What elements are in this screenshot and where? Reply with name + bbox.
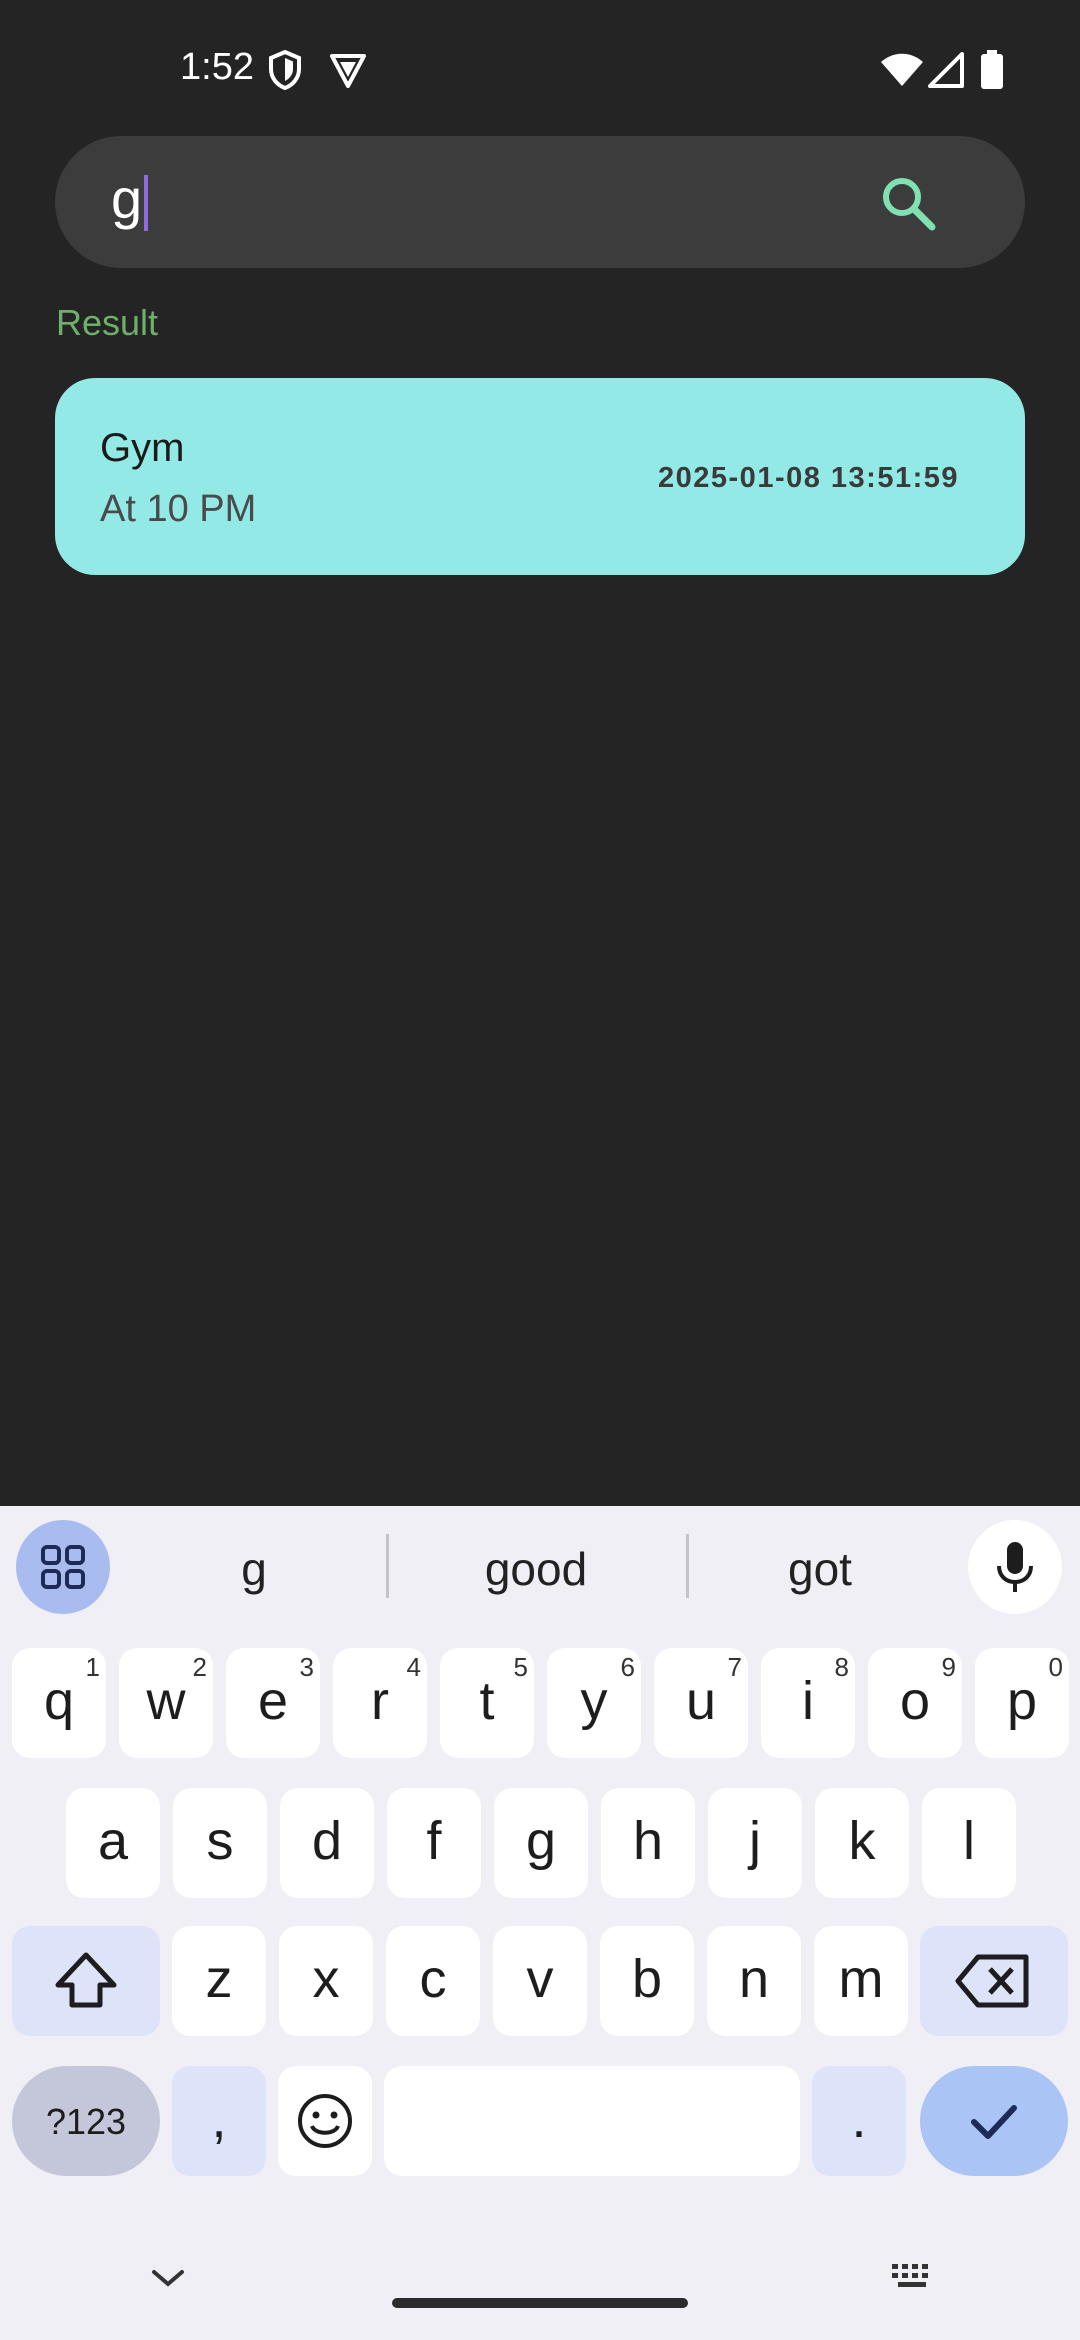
- key-label: p: [1006, 1671, 1038, 1731]
- result-title: Gym: [100, 426, 185, 470]
- key-d[interactable]: d: [280, 1788, 374, 1898]
- key-label: w: [146, 1671, 186, 1731]
- microphone-icon[interactable]: [968, 1520, 1062, 1614]
- key-hint: 2: [192, 1652, 207, 1682]
- grid-icon[interactable]: [16, 1520, 110, 1614]
- key-label: h: [632, 1811, 664, 1871]
- key-label: r: [371, 1671, 389, 1731]
- key-label: d: [311, 1811, 343, 1871]
- key-label: o: [899, 1671, 931, 1731]
- key-label: a: [97, 1811, 129, 1871]
- key-label: l: [963, 1811, 975, 1871]
- key-label: v: [526, 1949, 554, 2009]
- key-r[interactable]: r4: [333, 1648, 427, 1758]
- key-hint: 9: [941, 1652, 956, 1682]
- battery-icon: [980, 50, 1004, 95]
- home-indicator[interactable]: [392, 2298, 688, 2308]
- key-f[interactable]: f: [387, 1788, 481, 1898]
- key-label: e: [257, 1671, 289, 1731]
- key-t[interactable]: t5: [440, 1648, 534, 1758]
- key-label: f: [426, 1811, 442, 1871]
- key-h[interactable]: h: [601, 1788, 695, 1898]
- shield-icon: [268, 49, 302, 95]
- key-k[interactable]: k: [815, 1788, 909, 1898]
- key-j[interactable]: j: [708, 1788, 802, 1898]
- key-label: q: [43, 1671, 75, 1731]
- key-hint: 6: [620, 1652, 635, 1682]
- symbols-key[interactable]: ?123: [12, 2066, 160, 2176]
- search-input-value: g: [111, 167, 143, 230]
- status-bar: 1:52: [0, 0, 1080, 130]
- keyboard: g good got ?123 , . q 1 w 2 e 3 r 4 t 5 …: [0, 1506, 1080, 2340]
- key-q[interactable]: q1: [12, 1648, 106, 1758]
- key-p[interactable]: p0: [975, 1648, 1069, 1758]
- keyboard-icon[interactable]: [890, 2260, 936, 2297]
- key-e[interactable]: e3: [226, 1648, 320, 1758]
- key-hint: 5: [513, 1652, 528, 1682]
- key-hint: 4: [406, 1652, 421, 1682]
- suggestion-divider: [386, 1534, 389, 1598]
- key-label: u: [685, 1671, 717, 1731]
- key-i[interactable]: i8: [761, 1648, 855, 1758]
- key-label: b: [631, 1949, 663, 2009]
- key-label: g: [525, 1811, 557, 1871]
- key-label: k: [848, 1811, 876, 1871]
- key-label: y: [580, 1671, 608, 1731]
- suggestion-3[interactable]: got: [690, 1542, 950, 1596]
- suggestion-2[interactable]: good: [406, 1542, 666, 1596]
- period-key[interactable]: .: [812, 2066, 906, 2176]
- backspace-key[interactable]: [920, 1926, 1068, 2036]
- key-label: x: [312, 1949, 340, 2009]
- wifi-icon: [880, 52, 924, 93]
- emoji-key[interactable]: [278, 2066, 372, 2176]
- key-hint: 3: [299, 1652, 314, 1682]
- key-m[interactable]: m: [814, 1926, 908, 2036]
- key-a[interactable]: a: [66, 1788, 160, 1898]
- key-label: i: [802, 1671, 814, 1731]
- key-c[interactable]: c: [386, 1926, 480, 2036]
- key-w[interactable]: w2: [119, 1648, 213, 1758]
- key-label: t: [479, 1671, 495, 1731]
- key-z[interactable]: z: [172, 1926, 266, 2036]
- enter-key[interactable]: [920, 2066, 1068, 2176]
- key-o[interactable]: o9: [868, 1648, 962, 1758]
- signal-icon: [928, 52, 964, 93]
- key-x[interactable]: x: [279, 1926, 373, 2036]
- status-time: 1:52: [180, 46, 254, 88]
- shift-key[interactable]: [12, 1926, 160, 2036]
- suggestion-1[interactable]: g: [124, 1542, 384, 1596]
- key-u[interactable]: u7: [654, 1648, 748, 1758]
- key-label: m: [838, 1949, 884, 2009]
- key-hint: 8: [834, 1652, 849, 1682]
- search-bar[interactable]: g: [55, 136, 1025, 268]
- suggestion-divider: [686, 1534, 689, 1598]
- search-icon[interactable]: [879, 174, 937, 232]
- key-s[interactable]: s: [173, 1788, 267, 1898]
- key-label: z: [205, 1949, 233, 2009]
- text-cursor: [144, 175, 149, 232]
- key-label: s: [206, 1811, 234, 1871]
- result-subtitle: At 10 PM: [100, 488, 257, 530]
- key-label: j: [749, 1811, 761, 1871]
- key-b[interactable]: b: [600, 1926, 694, 2036]
- key-label: c: [419, 1949, 447, 2009]
- space-key[interactable]: [384, 2066, 800, 2176]
- vpn-icon: [328, 50, 368, 95]
- key-l[interactable]: l: [922, 1788, 1016, 1898]
- result-datetime: 2025-01-08 13:51:59: [658, 462, 959, 494]
- key-v[interactable]: v: [493, 1926, 587, 2036]
- search-input[interactable]: g: [111, 166, 149, 232]
- comma-key[interactable]: ,: [172, 2066, 266, 2176]
- result-card[interactable]: Gym At 10 PM 2025-01-08 13:51:59: [55, 378, 1025, 575]
- key-y[interactable]: y6: [547, 1648, 641, 1758]
- chevron-down-icon[interactable]: [150, 2266, 186, 2295]
- key-n[interactable]: n: [707, 1926, 801, 2036]
- key-label: n: [738, 1949, 770, 2009]
- key-hint: 0: [1048, 1652, 1063, 1682]
- result-label: Result: [56, 302, 159, 343]
- key-hint: 7: [727, 1652, 742, 1682]
- key-g[interactable]: g: [494, 1788, 588, 1898]
- key-hint: 1: [85, 1652, 100, 1682]
